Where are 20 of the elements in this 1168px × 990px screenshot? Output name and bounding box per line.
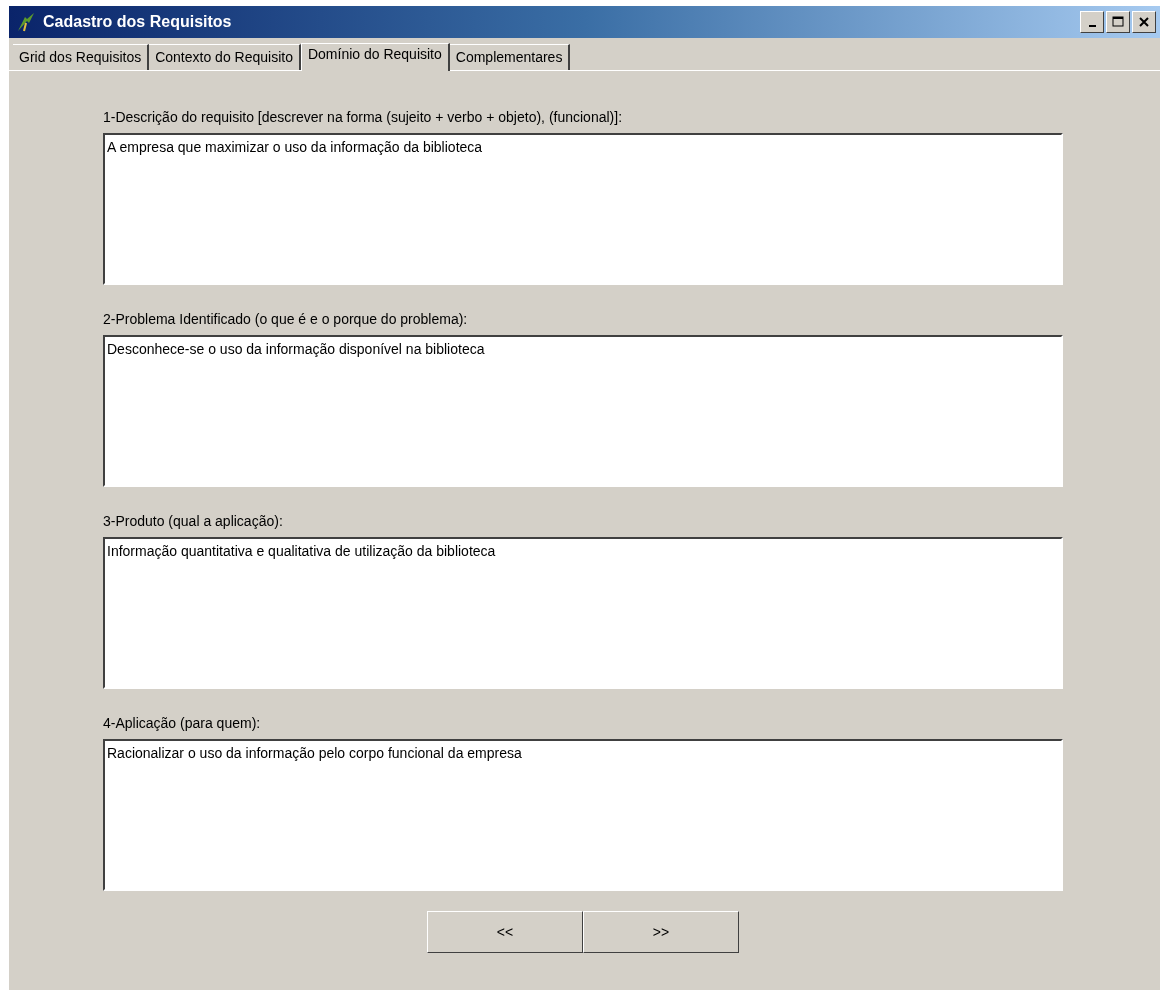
minimize-icon — [1088, 25, 1096, 27]
text-area[interactable]: Racionalizar o uso da informação pelo corpo funcional da empresa — [103, 739, 1063, 891]
text-area[interactable]: A empresa que maximizar o uso da informação da biblioteca — [103, 133, 1063, 285]
close-icon — [1138, 16, 1150, 28]
field-label: 2-Problema Identificado (o que é e o porque do problema): — [103, 311, 469, 327]
tab[interactable]: Complementares — [449, 44, 571, 70]
nav-button[interactable]: << — [427, 911, 583, 953]
maximize-button[interactable] — [1106, 11, 1130, 33]
maximize-icon — [1112, 16, 1124, 28]
text-area[interactable]: Informação quantitativa e qualitativa de utilização da biblioteca — [103, 537, 1063, 689]
text-area[interactable]: Desconhece-se o uso da informação disponível na biblioteca — [103, 335, 1063, 487]
nav-button[interactable]: >> — [583, 911, 739, 953]
close-button[interactable] — [1132, 11, 1156, 33]
minimize-button[interactable] — [1080, 11, 1104, 33]
field-label: 1-Descrição do requisito [descrever na forma (sujeito + verbo + objeto), (funcional)]: — [103, 109, 624, 125]
tab[interactable]: Grid dos Requisitos — [13, 44, 150, 70]
field-label: 4-Aplicação (para quem): — [103, 715, 262, 731]
field-label: 3-Produto (qual a aplicação): — [103, 513, 284, 529]
tab[interactable]: Domínio do Requisito — [300, 43, 450, 71]
window-title: Cadastro dos Requisitos — [43, 13, 233, 31]
